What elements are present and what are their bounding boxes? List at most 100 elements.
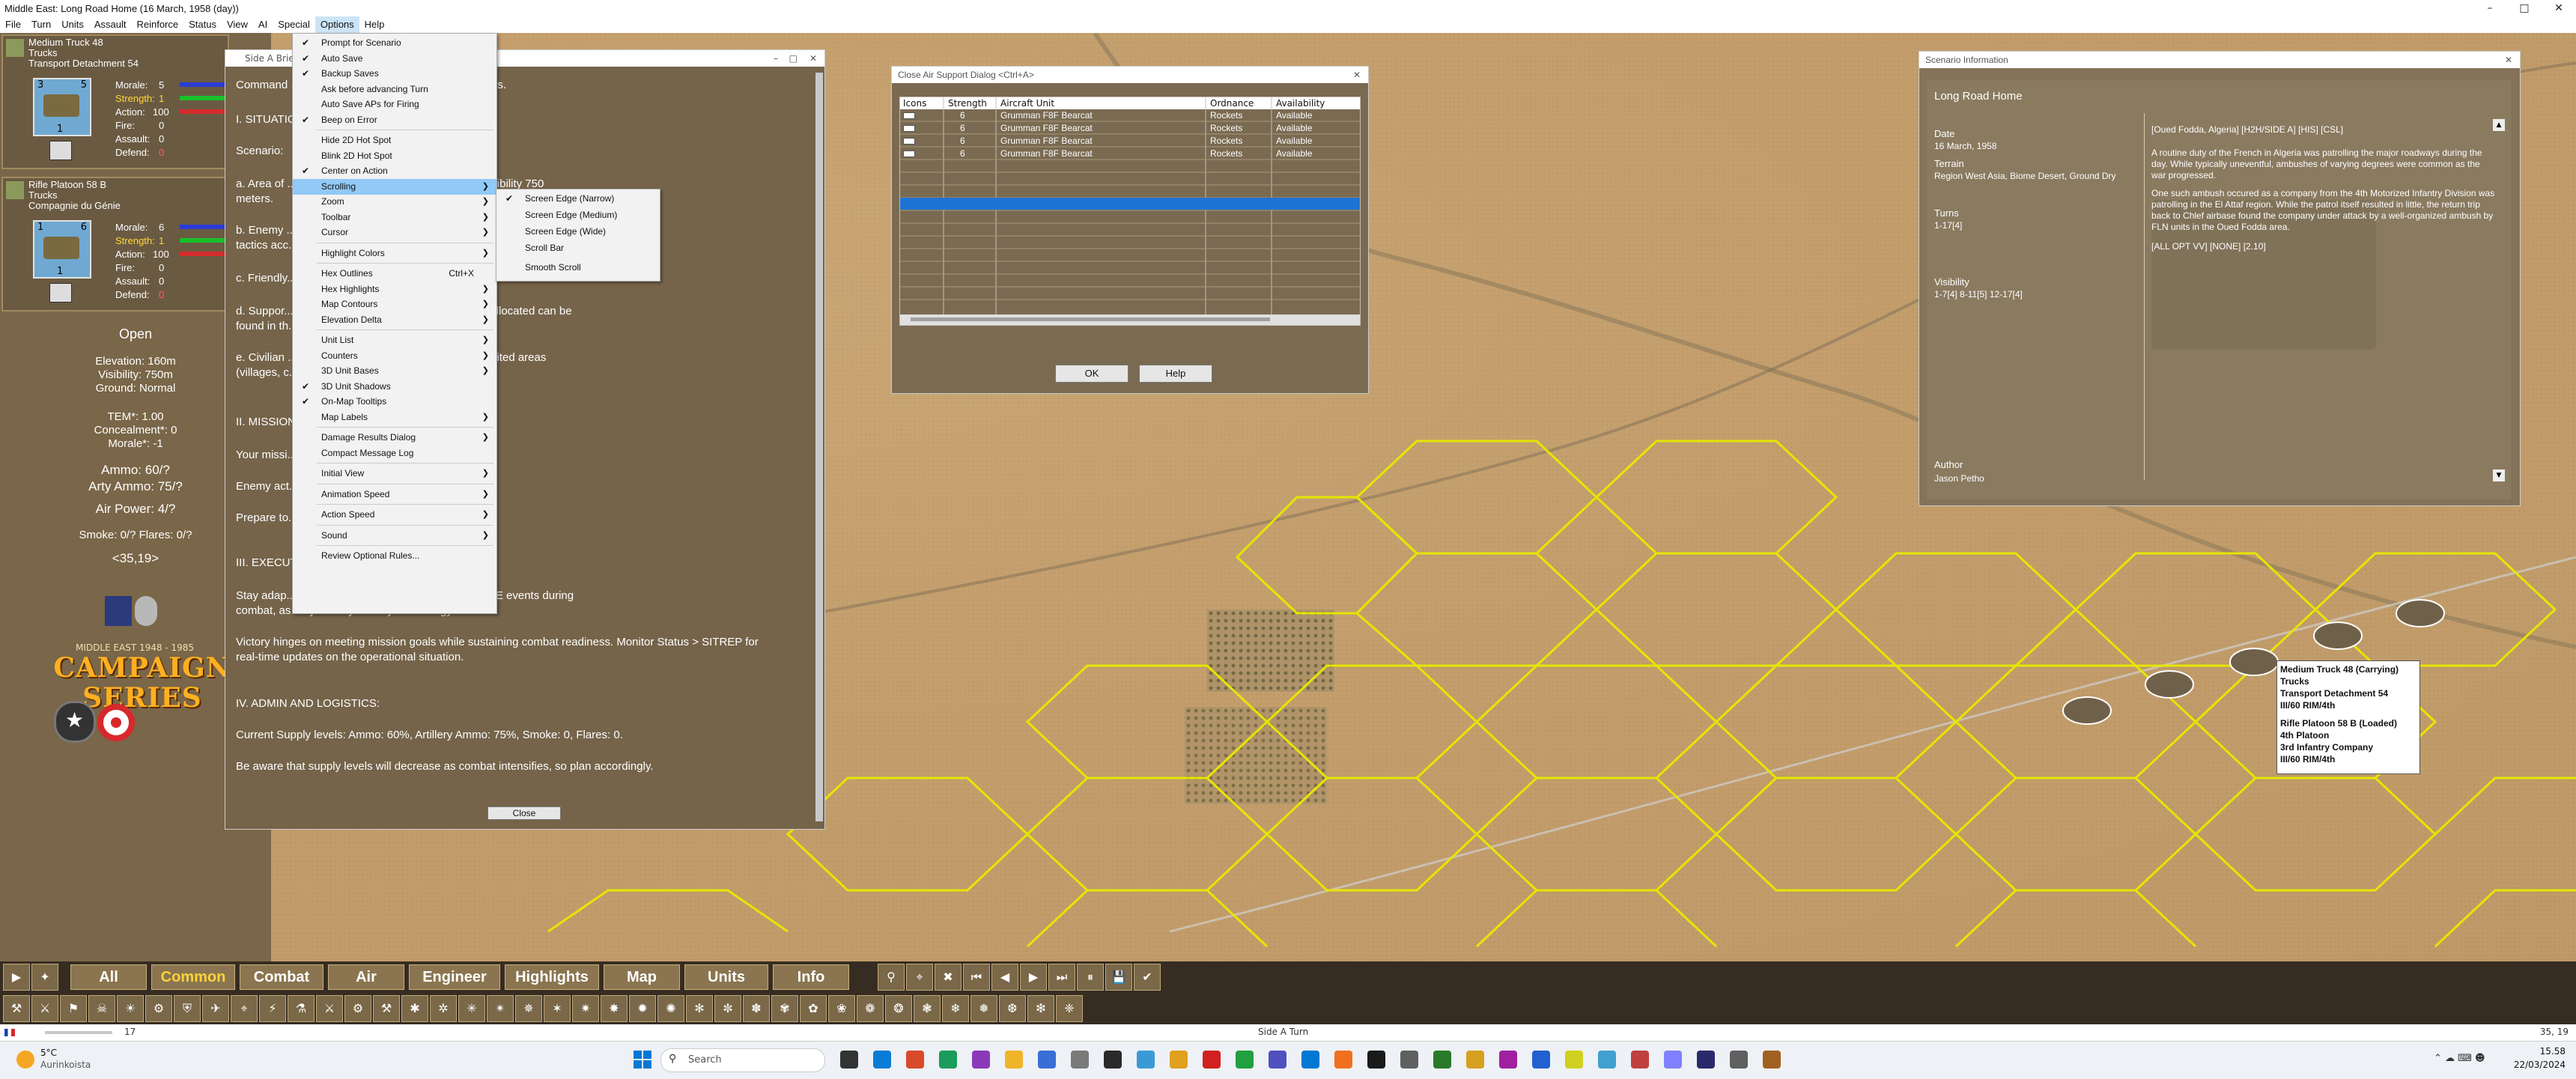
menu-help[interactable]: Help [359, 16, 390, 33]
options-item[interactable]: 3D Unit Bases ❯ [293, 363, 496, 379]
tab-combat[interactable]: Combat [240, 964, 323, 990]
app-icon[interactable] [1170, 1051, 1188, 1069]
action-icon[interactable]: ✳ [458, 995, 485, 1022]
scrolling-item[interactable]: ✔ Screen Edge (Narrow) [496, 191, 660, 207]
options-item[interactable]: Hex Highlights ❯ [293, 282, 496, 297]
action-icon[interactable]: ✴ [487, 995, 514, 1022]
tab-engineer[interactable]: Engineer [409, 964, 500, 990]
menu-reinforce[interactable]: Reinforce [131, 16, 183, 33]
options-item[interactable]: Animation Speed ❯ [293, 487, 496, 502]
options-item[interactable]: Cursor ❯ [293, 225, 496, 240]
options-item[interactable]: Scrolling ❯ [293, 178, 496, 195]
action-icon[interactable]: ✿ [800, 995, 827, 1022]
action-icon[interactable]: ⚒ [373, 995, 400, 1022]
tab-common[interactable]: Common [151, 964, 235, 990]
options-item[interactable]: Counters ❯ [293, 348, 496, 364]
options-item[interactable]: Toolbar ❯ [293, 210, 496, 225]
app-icon[interactable] [1532, 1051, 1550, 1069]
scroll-down-icon[interactable]: ▼ [2493, 469, 2505, 481]
options-item[interactable]: Zoom ❯ [293, 194, 496, 210]
action-icon[interactable]: ❁ [857, 995, 884, 1022]
action-icon[interactable]: ✸ [601, 995, 628, 1022]
action-icon[interactable]: ⚔ [316, 995, 343, 1022]
options-item[interactable]: Sound ❯ [293, 528, 496, 544]
action-icon[interactable]: ❄ [942, 995, 969, 1022]
minimize-icon[interactable]: – [774, 50, 778, 67]
app-icon[interactable] [1038, 1051, 1056, 1069]
app-icon[interactable] [1269, 1051, 1287, 1069]
options-item[interactable]: Initial View ❯ [293, 466, 496, 481]
options-item[interactable]: Elevation Delta ❯ [293, 312, 496, 328]
app-icon[interactable] [1433, 1051, 1451, 1069]
search-box[interactable]: ⚲ Search [660, 1048, 825, 1072]
app-icon[interactable] [1367, 1051, 1385, 1069]
first-icon[interactable]: ⏮ [963, 964, 990, 991]
tab-highlights[interactable]: Highlights [505, 964, 599, 990]
app-icon[interactable] [1400, 1051, 1418, 1069]
forward-icon[interactable]: ▶ [1020, 964, 1047, 991]
tab-air[interactable]: Air [328, 964, 404, 990]
app-icon[interactable] [939, 1051, 957, 1069]
tab-all[interactable]: All [70, 964, 147, 990]
app-icon[interactable] [1104, 1051, 1122, 1069]
app-icon[interactable] [1071, 1051, 1089, 1069]
tray-icons[interactable]: ⌃ ☁ ⌨ ☻ [2434, 1053, 2485, 1064]
action-icon[interactable]: ❇ [1027, 995, 1054, 1022]
options-item[interactable]: ✔ On-Map Tooltips [293, 394, 496, 410]
weather-icon[interactable] [16, 1051, 34, 1069]
options-item[interactable]: Damage Results Dialog ❯ [293, 430, 496, 446]
action-icon[interactable]: ✈ [202, 995, 229, 1022]
options-item[interactable]: ✔ Auto Save [293, 51, 496, 67]
action-icon[interactable]: ✼ [714, 995, 741, 1022]
action-icon[interactable]: ✽ [743, 995, 770, 1022]
action-icon[interactable]: ⌖ [231, 995, 258, 1022]
app-icon[interactable] [1499, 1051, 1517, 1069]
options-item[interactable]: ✔ Center on Action [293, 163, 496, 179]
scenario-titlebar[interactable]: Scenario Information ✕ [1919, 52, 2520, 68]
back-icon[interactable]: ◀ [991, 964, 1018, 991]
target-icon[interactable]: ⌖ [906, 964, 933, 991]
scrolling-item[interactable]: Smooth Scroll [496, 260, 660, 276]
action-icon[interactable]: ✵ [515, 995, 542, 1022]
zoom-icon[interactable]: ⚲ [878, 964, 905, 991]
options-item[interactable]: Map Labels ❯ [293, 410, 496, 425]
cancel-icon[interactable]: ✖ [935, 964, 962, 991]
col-strength[interactable]: Strength [948, 98, 987, 109]
app-icon[interactable] [1565, 1051, 1583, 1069]
col-ordnance[interactable]: Ordnance [1210, 98, 1254, 109]
app-icon[interactable] [972, 1051, 990, 1069]
app-icon[interactable] [906, 1051, 924, 1069]
options-item[interactable]: Compact Message Log [293, 446, 496, 461]
app-icon[interactable] [873, 1051, 891, 1069]
options-item[interactable]: ✔ 3D Unit Shadows [293, 379, 496, 395]
app-icon[interactable] [1598, 1051, 1616, 1069]
app-icon[interactable] [1466, 1051, 1484, 1069]
tab-units[interactable]: Units [684, 964, 768, 990]
action-icon[interactable]: ⛨ [174, 995, 201, 1022]
menu-status[interactable]: Status [183, 16, 222, 33]
close-icon[interactable]: ✕ [809, 50, 817, 67]
scrolling-item[interactable]: Screen Edge (Wide) [496, 224, 660, 240]
app-icon[interactable] [1730, 1051, 1748, 1069]
tab-info[interactable]: Info [773, 964, 849, 990]
briefing-close-button[interactable]: Close [487, 806, 561, 820]
menu-options[interactable]: Options [315, 16, 359, 33]
briefing-scrollbar[interactable] [815, 73, 823, 821]
tab-map[interactable]: Map [604, 964, 680, 990]
options-item[interactable]: Highlight Colors ❯ [293, 246, 496, 261]
cas-titlebar[interactable]: Close Air Support Dialog <Ctrl+A> ✕ [892, 67, 1368, 83]
unit-counter[interactable]: 3 5 1 [33, 78, 91, 136]
action-icon[interactable]: ✶ [544, 995, 571, 1022]
app-icon[interactable] [1334, 1051, 1352, 1069]
close-icon[interactable]: ✕ [2505, 52, 2512, 68]
scroll-up-icon[interactable]: ▲ [2493, 119, 2505, 131]
col-aircraft[interactable]: Aircraft Unit [1000, 98, 1054, 109]
options-item[interactable]: Hide 2D Hot Spot [293, 133, 496, 148]
action-icon[interactable]: ✹ [629, 995, 656, 1022]
action-icon[interactable]: ⚗ [288, 995, 315, 1022]
app-icon[interactable] [1203, 1051, 1221, 1069]
options-item[interactable]: Action Speed ❯ [293, 507, 496, 523]
action-icon[interactable]: ✲ [430, 995, 457, 1022]
action-icon[interactable]: ⚑ [60, 995, 87, 1022]
cas-row[interactable]: 6 Grumman F8F Bearcat Rockets Available [900, 148, 1360, 159]
